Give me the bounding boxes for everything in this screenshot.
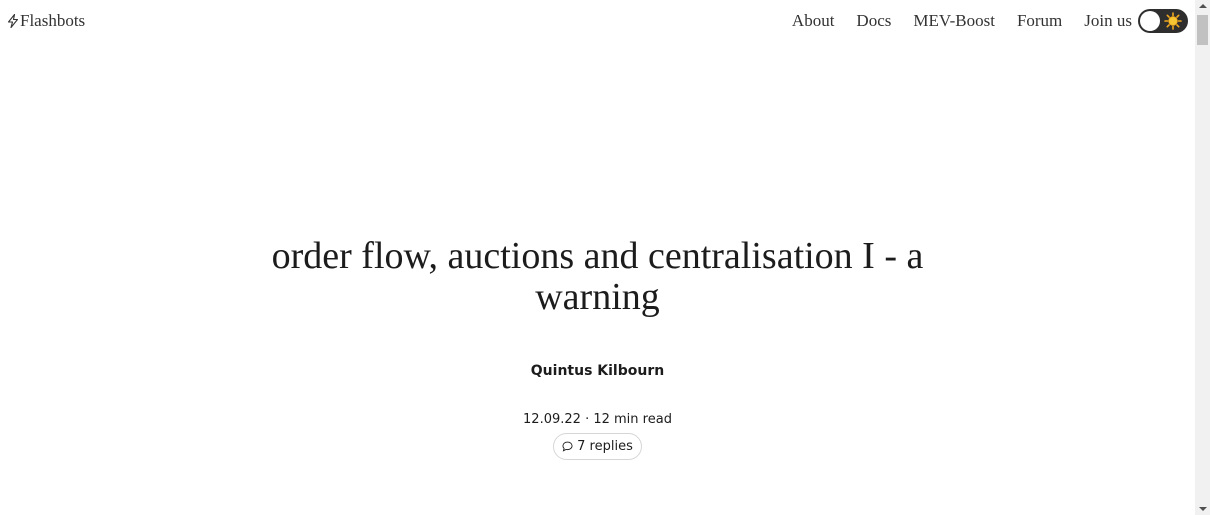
brand-logo-link[interactable]: Flashbots (7, 11, 85, 31)
theme-toggle[interactable] (1138, 9, 1188, 33)
replies-count: 7 replies (577, 439, 633, 454)
nav-link-docs[interactable]: Docs (856, 11, 891, 31)
scrollbar-thumb[interactable] (1197, 15, 1208, 45)
vertical-scrollbar[interactable] (1195, 0, 1210, 515)
post-header: order flow, auctions and centralisation … (0, 236, 1195, 460)
scroll-down-arrow-icon[interactable] (1199, 507, 1207, 511)
top-navbar: Flashbots About Docs MEV-Boost Forum Joi… (0, 0, 1195, 42)
nav-link-mev-boost[interactable]: MEV-Boost (913, 11, 995, 31)
post-author: Quintus Kilbourn (530, 363, 665, 379)
replies-button[interactable]: 7 replies (553, 433, 642, 460)
post-title: order flow, auctions and centralisation … (271, 235, 924, 318)
nav-link-join-us[interactable]: Join us (1084, 11, 1132, 31)
sun-icon (1164, 12, 1182, 30)
meta-separator: · (585, 412, 590, 427)
post-date: 12.09.22 (523, 412, 581, 427)
post-meta: 12.09.22 · 12 min read (0, 412, 1195, 427)
nav-links: About Docs MEV-Boost Forum Join us (792, 0, 1195, 42)
comment-bubble-icon (562, 441, 573, 452)
post-read-time: 12 min read (593, 412, 672, 427)
brand-name: Flashbots (20, 11, 86, 30)
lightning-bolt-icon (7, 14, 19, 28)
nav-link-forum[interactable]: Forum (1017, 11, 1062, 31)
nav-link-about[interactable]: About (792, 11, 835, 31)
toggle-knob (1140, 11, 1160, 31)
scroll-up-arrow-icon[interactable] (1199, 4, 1207, 8)
